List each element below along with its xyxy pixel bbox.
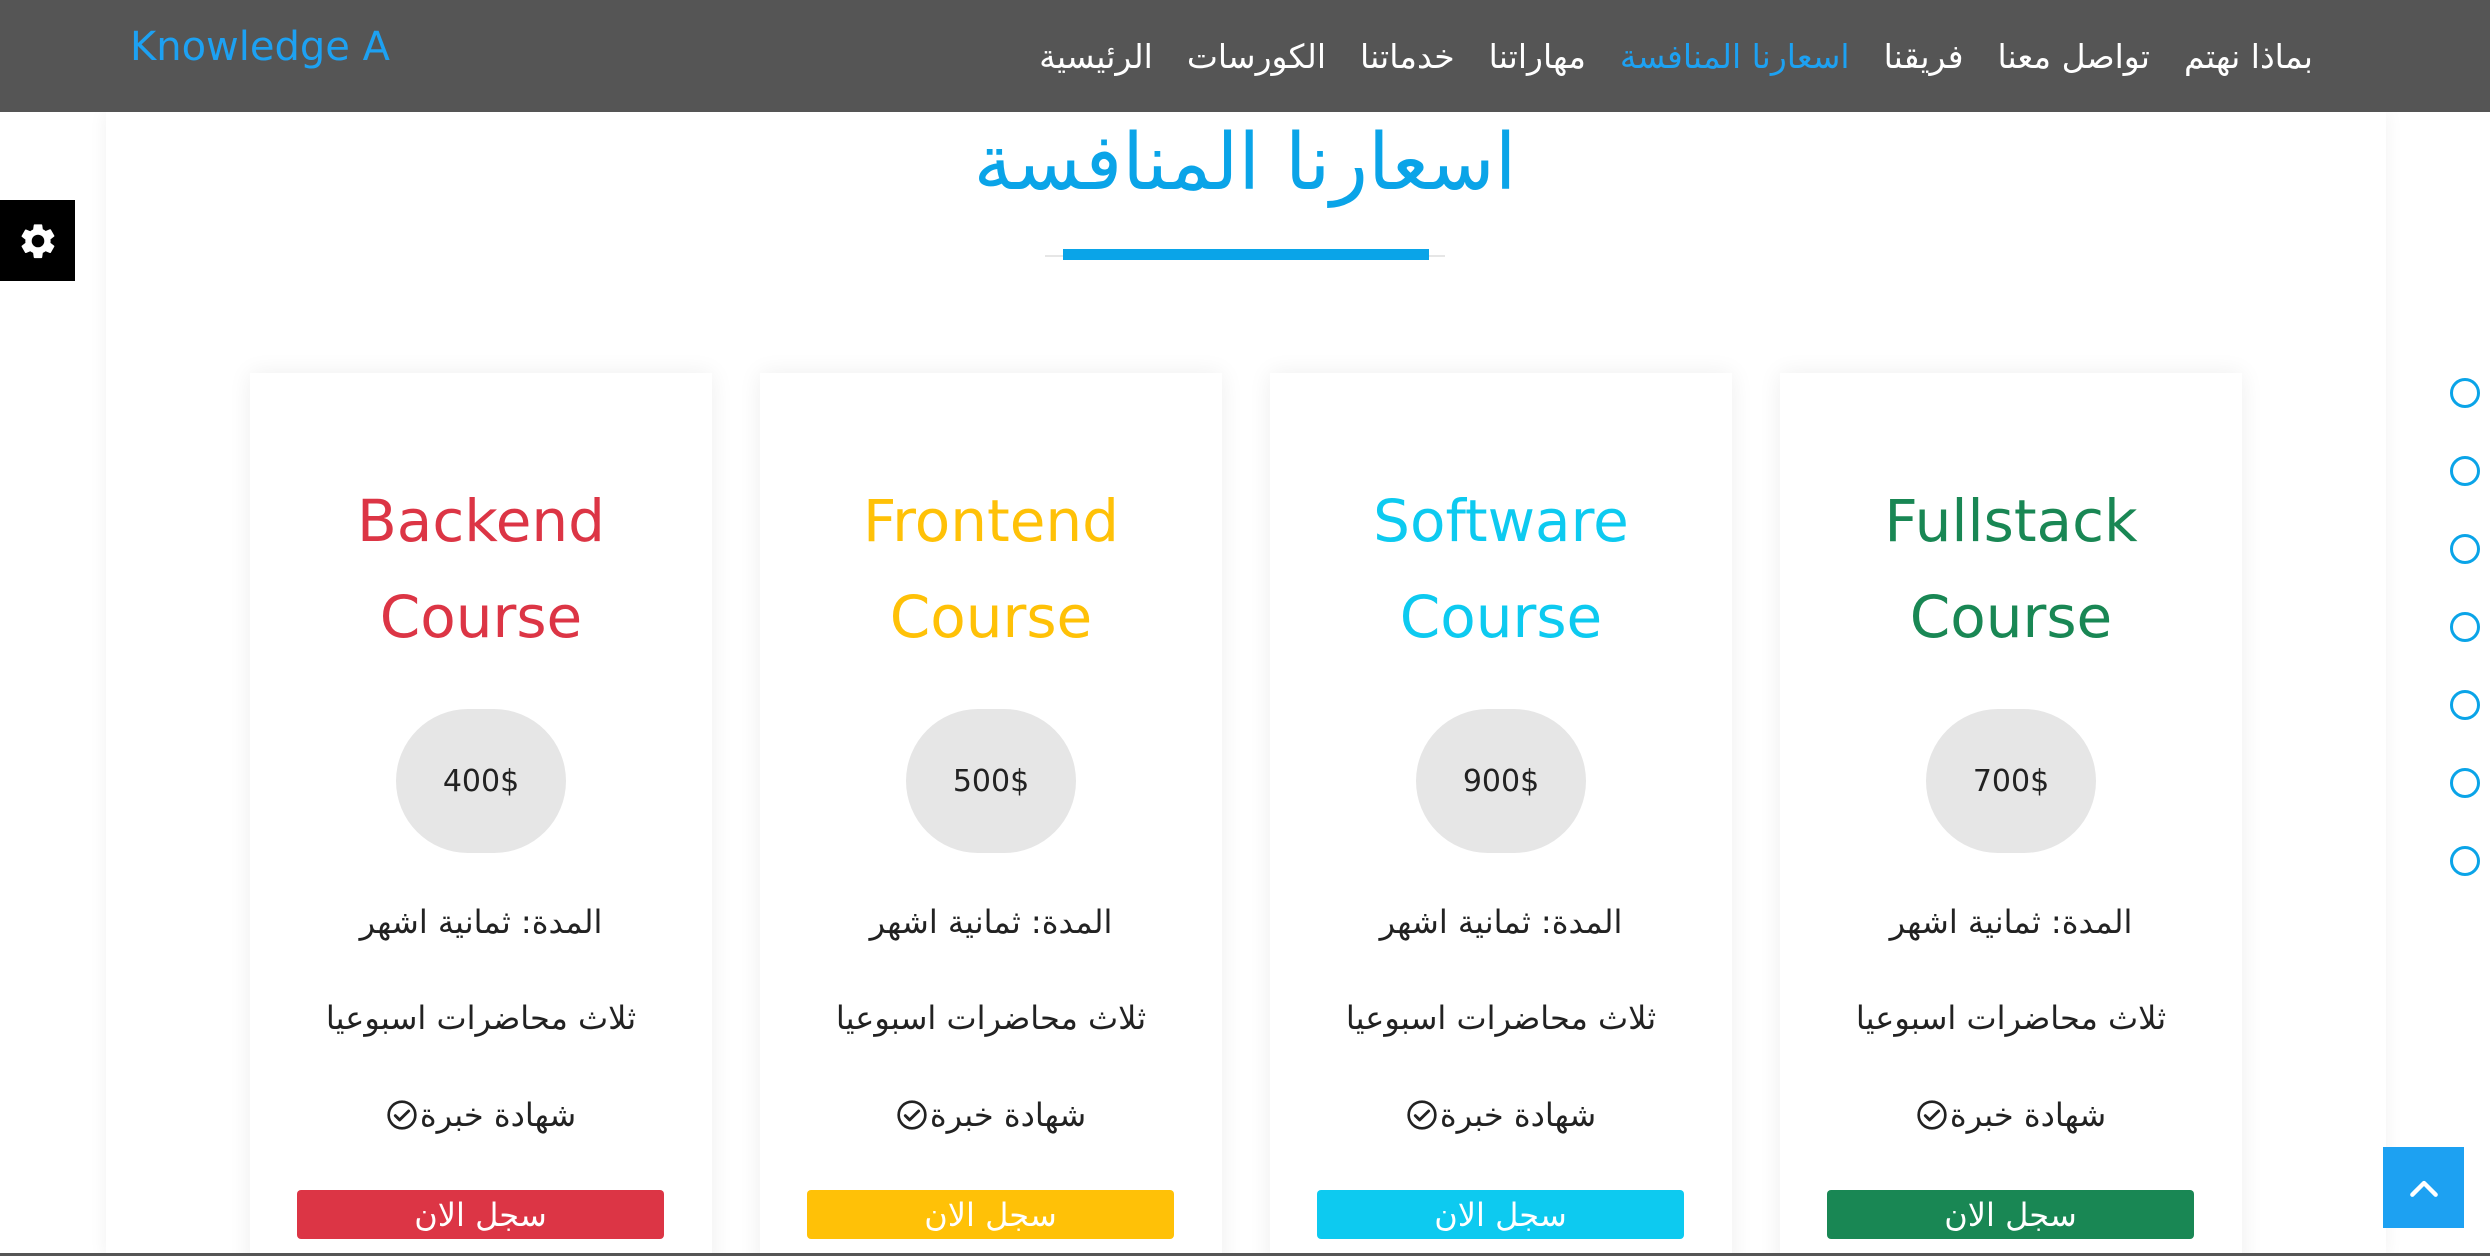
bullet-7[interactable] [2450, 846, 2480, 876]
register-now-button[interactable]: سجل الان [807, 1190, 1174, 1239]
card-title-line2: Course [1909, 583, 2113, 651]
check-circle-icon [1917, 1100, 1947, 1130]
card-title: Backend Course [250, 473, 712, 665]
check-circle-icon [1407, 1100, 1437, 1130]
bullet-5[interactable] [2450, 690, 2480, 720]
pricing-card-backend: Backend Course 400$ المدة: ثمانية اشهر ث… [250, 373, 712, 1256]
price-badge: 900$ [1416, 709, 1586, 853]
nav-link-team[interactable]: فريقنا [1884, 37, 1964, 76]
certificate-label: شهادة خبرة [1949, 1096, 2107, 1134]
certificate-label: شهادة خبرة [419, 1096, 577, 1134]
card-title-line1: Software [1373, 487, 1629, 555]
card-title-line1: Fullstack [1884, 487, 2138, 555]
feature-lectures: ثلاث محاضرات اسبوعيا [1855, 999, 2167, 1037]
card-title: Frontend Course [760, 473, 1222, 665]
register-now-button[interactable]: سجل الان [1827, 1190, 2194, 1239]
nav-link-services[interactable]: خدماتنا [1360, 37, 1455, 76]
feature-duration: المدة: ثمانية اشهر [1379, 903, 1623, 941]
feature-lectures: ثلاث محاضرات اسبوعيا [835, 999, 1147, 1037]
settings-toggle-button[interactable] [0, 200, 75, 281]
back-to-top-button[interactable] [2383, 1147, 2464, 1228]
bullet-2[interactable] [2450, 456, 2480, 486]
card-title-line1: Frontend [863, 487, 1119, 555]
feature-duration: المدة: ثمانية اشهر [869, 903, 1113, 941]
feature-duration: المدة: ثمانية اشهر [1889, 903, 2133, 941]
page: Knowledge A الرئيسية الكورسات خدماتنا مه… [0, 0, 2490, 1256]
chevron-up-icon [2409, 1180, 2438, 1197]
nav-link-contact[interactable]: تواصل معنا [1997, 37, 2150, 76]
feature-certificate: شهادة خبرة [1780, 1096, 2242, 1134]
bullet-1[interactable] [2450, 378, 2480, 408]
bullet-3[interactable] [2450, 534, 2480, 564]
feature-lectures: ثلاث محاضرات اسبوعيا [1345, 999, 1657, 1037]
feature-duration: المدة: ثمانية اشهر [359, 903, 603, 941]
card-title-line2: Course [1399, 583, 1603, 651]
feature-lectures: ثلاث محاضرات اسبوعيا [325, 999, 637, 1037]
bullet-6[interactable] [2450, 768, 2480, 798]
card-title-line1: Backend [356, 487, 605, 555]
nav-link-what-we-care[interactable]: بماذا نهتم [2184, 37, 2313, 76]
card-title: Fullstack Course [1780, 473, 2242, 665]
nav-link-pricing[interactable]: اسعارنا المنافسة [1620, 37, 1850, 76]
check-circle-icon [387, 1100, 417, 1130]
section-bullets [2450, 378, 2480, 924]
certificate-label: شهادة خبرة [1439, 1096, 1597, 1134]
price-badge: 700$ [1926, 709, 2096, 853]
feature-certificate: شهادة خبرة [1270, 1096, 1732, 1134]
feature-certificate: شهادة خبرة [760, 1096, 1222, 1134]
gear-icon [21, 223, 54, 258]
card-title-line2: Course [379, 583, 583, 651]
section-title: اسعارنا المنافسة [973, 118, 1517, 208]
register-now-button[interactable]: سجل الان [297, 1190, 664, 1239]
brand-logo[interactable]: Knowledge A [130, 24, 390, 70]
title-underline [1063, 249, 1429, 260]
bullet-4[interactable] [2450, 612, 2480, 642]
card-title-line2: Course [889, 583, 1093, 651]
pricing-card-frontend: Frontend Course 500$ المدة: ثمانية اشهر … [760, 373, 1222, 1256]
nav-link-skills[interactable]: مهاراتنا [1489, 37, 1586, 76]
register-now-button[interactable]: سجل الان [1317, 1190, 1684, 1239]
pricing-card-software: Software Course 900$ المدة: ثمانية اشهر … [1270, 373, 1732, 1256]
price-badge: 400$ [396, 709, 566, 853]
top-navbar: Knowledge A الرئيسية الكورسات خدماتنا مه… [0, 0, 2490, 112]
feature-certificate: شهادة خبرة [250, 1096, 712, 1134]
check-circle-icon [897, 1100, 927, 1130]
card-title: Software Course [1270, 473, 1732, 665]
price-badge: 500$ [906, 709, 1076, 853]
nav-link-home[interactable]: الرئيسية [1039, 37, 1153, 76]
pricing-card-fullstack: Fullstack Course 700$ المدة: ثمانية اشهر… [1780, 373, 2242, 1256]
nav-link-courses[interactable]: الكورسات [1187, 37, 1326, 76]
certificate-label: شهادة خبرة [929, 1096, 1087, 1134]
nav-links: الرئيسية الكورسات خدماتنا مهاراتنا اسعار… [1039, 30, 2313, 82]
